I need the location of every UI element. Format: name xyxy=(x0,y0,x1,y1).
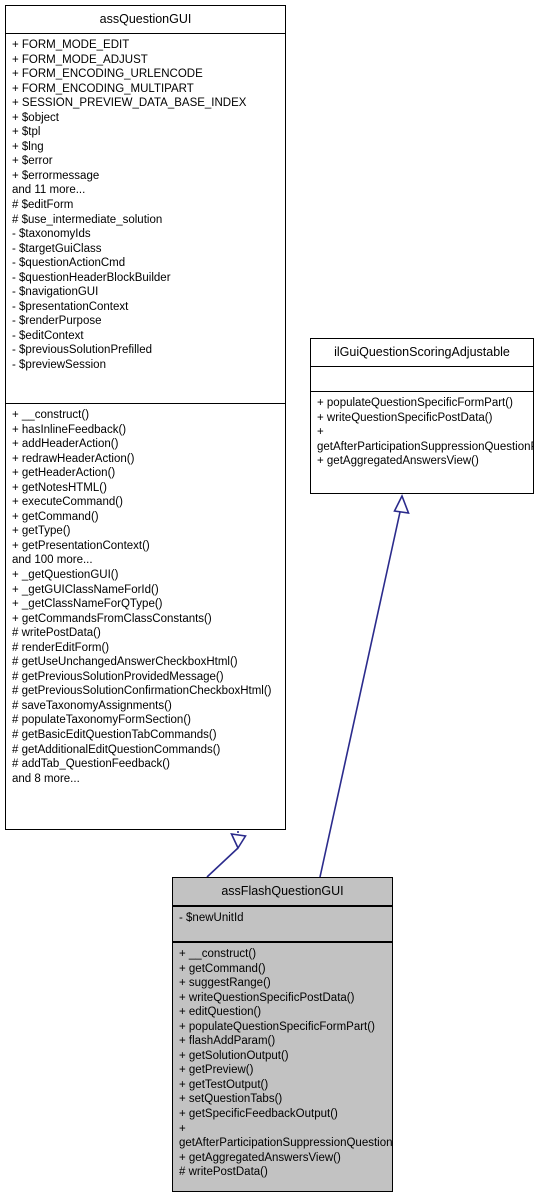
class-member: # writePostData() xyxy=(179,1166,268,1179)
class-member: and 8 more... xyxy=(12,772,80,785)
class-member: + FORM_ENCODING_URLENCODE xyxy=(12,68,203,81)
class-member: + getCommandsFromClassConstants() xyxy=(12,612,212,625)
class-box-assQuestionGUI[interactable]: assQuestionGUI + FORM_MODE_EDIT + FORM_MO… xyxy=(5,5,286,830)
class-member: - $renderPurpose xyxy=(12,315,102,328)
hollow-triangle-arrowhead xyxy=(393,494,410,514)
class-member: + suggestRange() xyxy=(179,977,271,990)
class-member: + getType() xyxy=(12,525,71,538)
class-member: - $newUnitId xyxy=(179,912,244,924)
class-name-assFlashQuestionGUI: assFlashQuestionGUI xyxy=(173,878,392,907)
class-member: + $lng xyxy=(12,140,44,153)
class-member: - $previewSession xyxy=(12,359,106,372)
uml-class-diagram: assQuestionGUI + FORM_MODE_EDIT + FORM_MO… xyxy=(0,0,539,1196)
class-member: # $editForm xyxy=(12,199,74,212)
class-member: # saveTaxonomyAssignments() xyxy=(12,699,172,712)
class-member: # getUseUnchangedAnswerCheckboxHtml() xyxy=(12,656,238,669)
class-member: + getAfterParticipationSuppressionQuesti… xyxy=(317,426,533,453)
class-member: + $object xyxy=(12,111,59,124)
class-member: + __construct() xyxy=(12,409,90,421)
class-member: + getCommand() xyxy=(179,962,266,975)
class-member: + getHeaderAction() xyxy=(12,467,116,480)
attributes-compartment-assFlashQuestionGUI: - $newUnitId xyxy=(173,907,392,943)
class-member: # writePostData() xyxy=(12,627,101,640)
class-member: # addTab_QuestionFeedback() xyxy=(12,758,170,771)
class-member: + flashAddParam() xyxy=(179,1035,276,1048)
class-box-assFlashQuestionGUI[interactable]: assFlashQuestionGUI - $newUnitId + __con… xyxy=(172,877,393,1192)
class-member: + FORM_MODE_ADJUST xyxy=(12,53,148,66)
class-member: - $navigationGUI xyxy=(12,286,99,299)
attributes-compartment-ilGuiQuestionScoringAdjustable xyxy=(311,367,533,392)
class-name-ilGuiQuestionScoringAdjustable: ilGuiQuestionScoringAdjustable xyxy=(311,339,533,367)
attributes-compartment-assQuestionGUI: + FORM_MODE_EDIT + FORM_MODE_ADJUST + FORM… xyxy=(6,34,285,404)
class-member: + getPreview() xyxy=(179,1064,254,1077)
class-member: + hasInlineFeedback() xyxy=(12,423,127,436)
operations-compartment-ilGuiQuestionScoringAdjustable: + populateQuestionSpecificFormPart() + wr… xyxy=(311,392,533,473)
class-member: + getNotesHTML() xyxy=(12,481,107,494)
class-member: + writeQuestionSpecificPostData() xyxy=(317,411,493,424)
class-member: + _getClassNameForQType() xyxy=(12,598,163,611)
class-member: + $error xyxy=(12,155,53,168)
class-member: + getSolutionOutput() xyxy=(179,1049,289,1062)
class-member: + _getQuestionGUI() xyxy=(12,569,119,582)
class-member: + __construct() xyxy=(179,948,257,960)
class-member: # getPreviousSolutionProvidedMessage() xyxy=(12,670,224,683)
operations-compartment-assQuestionGUI: + __construct() + hasInlineFeedback() + ad… xyxy=(6,404,285,790)
class-member: + getAggregatedAnswersView() xyxy=(179,1151,341,1164)
class-member: - $targetGuiClass xyxy=(12,242,102,255)
class-member: # renderEditForm() xyxy=(12,641,110,654)
class-member: + getAggregatedAnswersView() xyxy=(317,455,479,468)
class-box-ilGuiQuestionScoringAdjustable[interactable]: ilGuiQuestionScoringAdjustable + populat… xyxy=(310,338,534,494)
class-member: + redrawHeaderAction() xyxy=(12,452,135,465)
class-member: - $editContext xyxy=(12,329,84,342)
class-member: - $questionHeaderBlockBuilder xyxy=(12,271,171,284)
hollow-triangle-arrowhead xyxy=(230,832,247,850)
class-member: + getCommand() xyxy=(12,510,99,523)
generalization-arrow xyxy=(206,831,247,878)
class-member: + writeQuestionSpecificPostData() xyxy=(179,991,355,1004)
class-name-assQuestionGUI: assQuestionGUI xyxy=(6,6,285,34)
class-member: - $questionActionCmd xyxy=(12,257,126,270)
class-member: + addHeaderAction() xyxy=(12,438,119,451)
class-member: # getBasicEditQuestionTabCommands() xyxy=(12,729,217,742)
class-member: + FORM_ENCODING_MULTIPART xyxy=(12,82,194,95)
class-member: - $taxonomyIds xyxy=(12,228,91,241)
class-member: and 100 more... xyxy=(12,554,93,567)
class-member: - $presentationContext xyxy=(12,300,129,313)
class-member: + $tpl xyxy=(12,126,41,139)
operations-compartment-assFlashQuestionGUI: + __construct() + getCommand() + suggestRa… xyxy=(173,943,392,1184)
class-member: + executeCommand() xyxy=(12,496,123,509)
class-member: + getTestOutput() xyxy=(179,1078,269,1091)
class-member: # getPreviousSolutionConfirmationCheckbo… xyxy=(12,685,272,698)
class-member: # populateTaxonomyFormSection() xyxy=(12,714,191,727)
class-member: + SESSION_PREVIEW_DATA_BASE_INDEX xyxy=(12,97,247,110)
class-member: + $errormessage xyxy=(12,169,100,182)
class-member: - $previousSolutionPrefilled xyxy=(12,344,152,357)
class-member: + populateQuestionSpecificFormPart() xyxy=(179,1020,375,1033)
class-member: + populateQuestionSpecificFormPart() xyxy=(317,397,513,409)
class-member: and 11 more... xyxy=(12,184,86,197)
class-member: # $use_intermediate_solution xyxy=(12,213,163,226)
class-member: + editQuestion() xyxy=(179,1006,262,1019)
class-member: # getAdditionalEditQuestionCommands() xyxy=(12,743,221,756)
class-member: + FORM_MODE_EDIT xyxy=(12,39,130,51)
realization-arrow xyxy=(319,494,410,878)
class-member: + getPresentationContext() xyxy=(12,539,150,552)
class-member: + setQuestionTabs() xyxy=(179,1093,283,1106)
class-member: + getAfterParticipationSuppressionQuesti… xyxy=(179,1122,393,1150)
class-member: + _getGUIClassNameForId() xyxy=(12,583,159,596)
class-member: + getSpecificFeedbackOutput() xyxy=(179,1108,338,1121)
